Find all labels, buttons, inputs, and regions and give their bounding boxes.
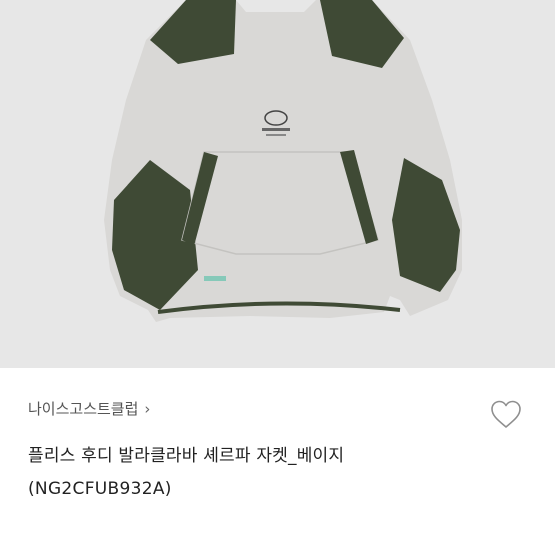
chevron-right-icon: ›: [144, 399, 151, 418]
heart-outline-icon[interactable]: [489, 398, 523, 432]
brand-name: 나이스고스트클럽: [28, 400, 139, 418]
fleece-sweater-image: [104, 0, 462, 322]
brand-link[interactable]: 나이스고스트클럽 ›: [28, 398, 150, 419]
product-image[interactable]: [0, 0, 555, 368]
product-code: (NG2CFUB932A): [28, 479, 172, 499]
product-title: 플리스 후디 발라클라바 셰르파 자켓_베이지: [28, 446, 345, 466]
